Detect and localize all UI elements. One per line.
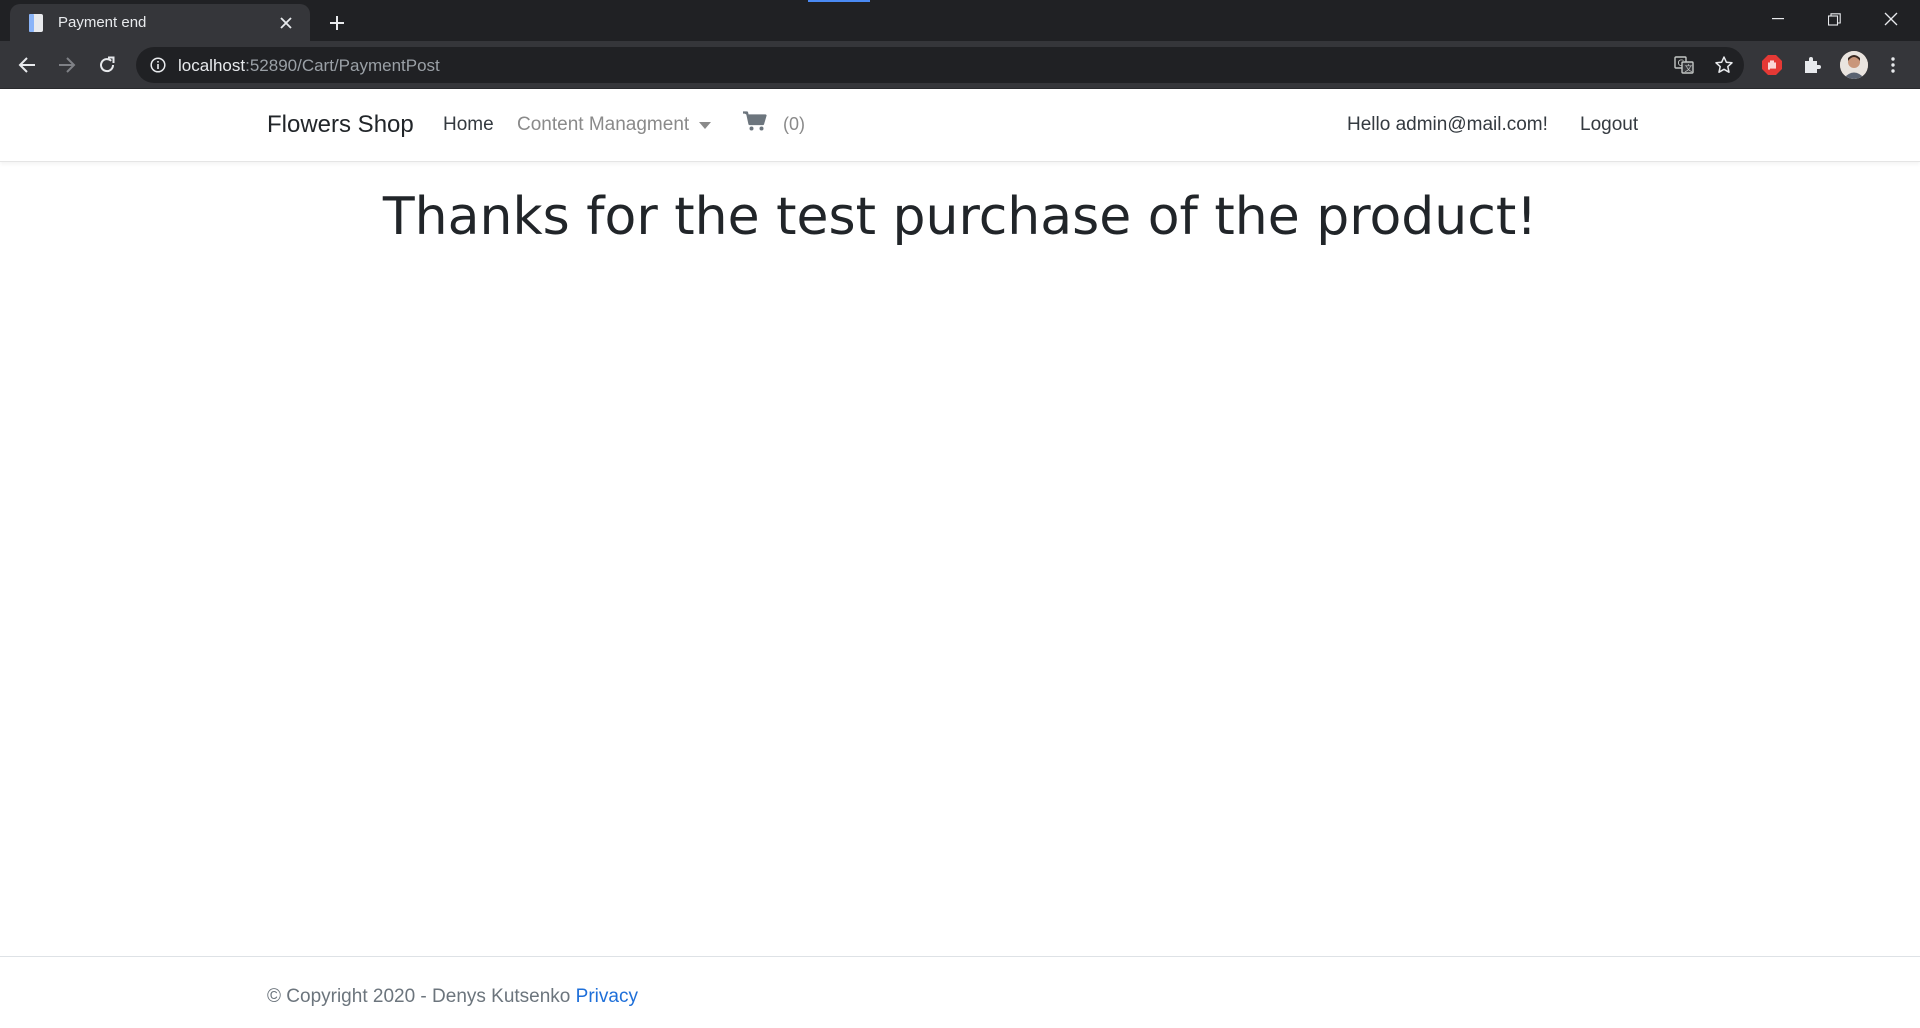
- svg-text:文: 文: [1685, 63, 1693, 73]
- address-bar[interactable]: localhost:52890/Cart/PaymentPost G文: [136, 47, 1744, 83]
- forward-arrow-icon[interactable]: [51, 49, 83, 81]
- web-page: Flowers Shop Home Content Managment (0) …: [0, 89, 1920, 1028]
- document-icon: [26, 13, 46, 33]
- extensions-puzzle-icon[interactable]: [1799, 52, 1825, 78]
- nav-content-management-dropdown[interactable]: Content Managment: [517, 114, 712, 136]
- adblock-extension-icon[interactable]: [1759, 52, 1785, 78]
- privacy-link[interactable]: Privacy: [576, 986, 638, 1007]
- browser-toolbar: localhost:52890/Cart/PaymentPost G文: [0, 41, 1920, 89]
- browser-tab[interactable]: Payment end: [10, 4, 310, 41]
- page-heading: Thanks for the test purchase of the prod…: [382, 187, 1538, 247]
- user-greeting-link[interactable]: Hello admin@mail.com!: [1347, 114, 1548, 136]
- new-tab-button[interactable]: [322, 8, 352, 38]
- footer-text: © Copyright 2020 - Denys Kutsenko Privac…: [267, 986, 638, 1008]
- loading-indicator: [808, 0, 870, 2]
- nav-cart-link[interactable]: (0): [743, 111, 805, 137]
- brand-link[interactable]: Flowers Shop: [267, 111, 414, 139]
- info-icon[interactable]: [148, 55, 168, 75]
- site-navbar: Flowers Shop Home Content Managment (0) …: [0, 89, 1920, 162]
- window-close-button[interactable]: [1863, 0, 1919, 38]
- back-arrow-icon[interactable]: [11, 49, 43, 81]
- url-text[interactable]: localhost:52890/Cart/PaymentPost: [178, 56, 440, 76]
- reload-icon[interactable]: [91, 49, 123, 81]
- browser-titlebar: Payment end: [0, 0, 1920, 41]
- copyright-text: © Copyright 2020 - Denys Kutsenko: [267, 986, 571, 1007]
- star-icon[interactable]: [1712, 53, 1736, 77]
- cart-count: (0): [783, 113, 805, 134]
- nav-home-link[interactable]: Home: [443, 114, 494, 136]
- profile-avatar[interactable]: [1840, 51, 1868, 79]
- minimize-button[interactable]: [1750, 0, 1806, 38]
- url-host: localhost: [178, 56, 246, 75]
- translate-icon[interactable]: G文: [1672, 53, 1696, 77]
- url-path: :52890/Cart/PaymentPost: [245, 56, 440, 75]
- site-footer: © Copyright 2020 - Denys Kutsenko Privac…: [0, 956, 1920, 1028]
- restore-button[interactable]: [1806, 0, 1862, 38]
- shopping-cart-icon: [743, 111, 767, 137]
- logout-link[interactable]: Logout: [1580, 114, 1638, 136]
- tab-title: Payment end: [58, 14, 147, 31]
- caret-down-icon: [699, 121, 712, 129]
- content-management-label: Content Managment: [517, 114, 690, 135]
- more-menu-icon[interactable]: [1880, 52, 1906, 78]
- close-icon[interactable]: [274, 11, 298, 35]
